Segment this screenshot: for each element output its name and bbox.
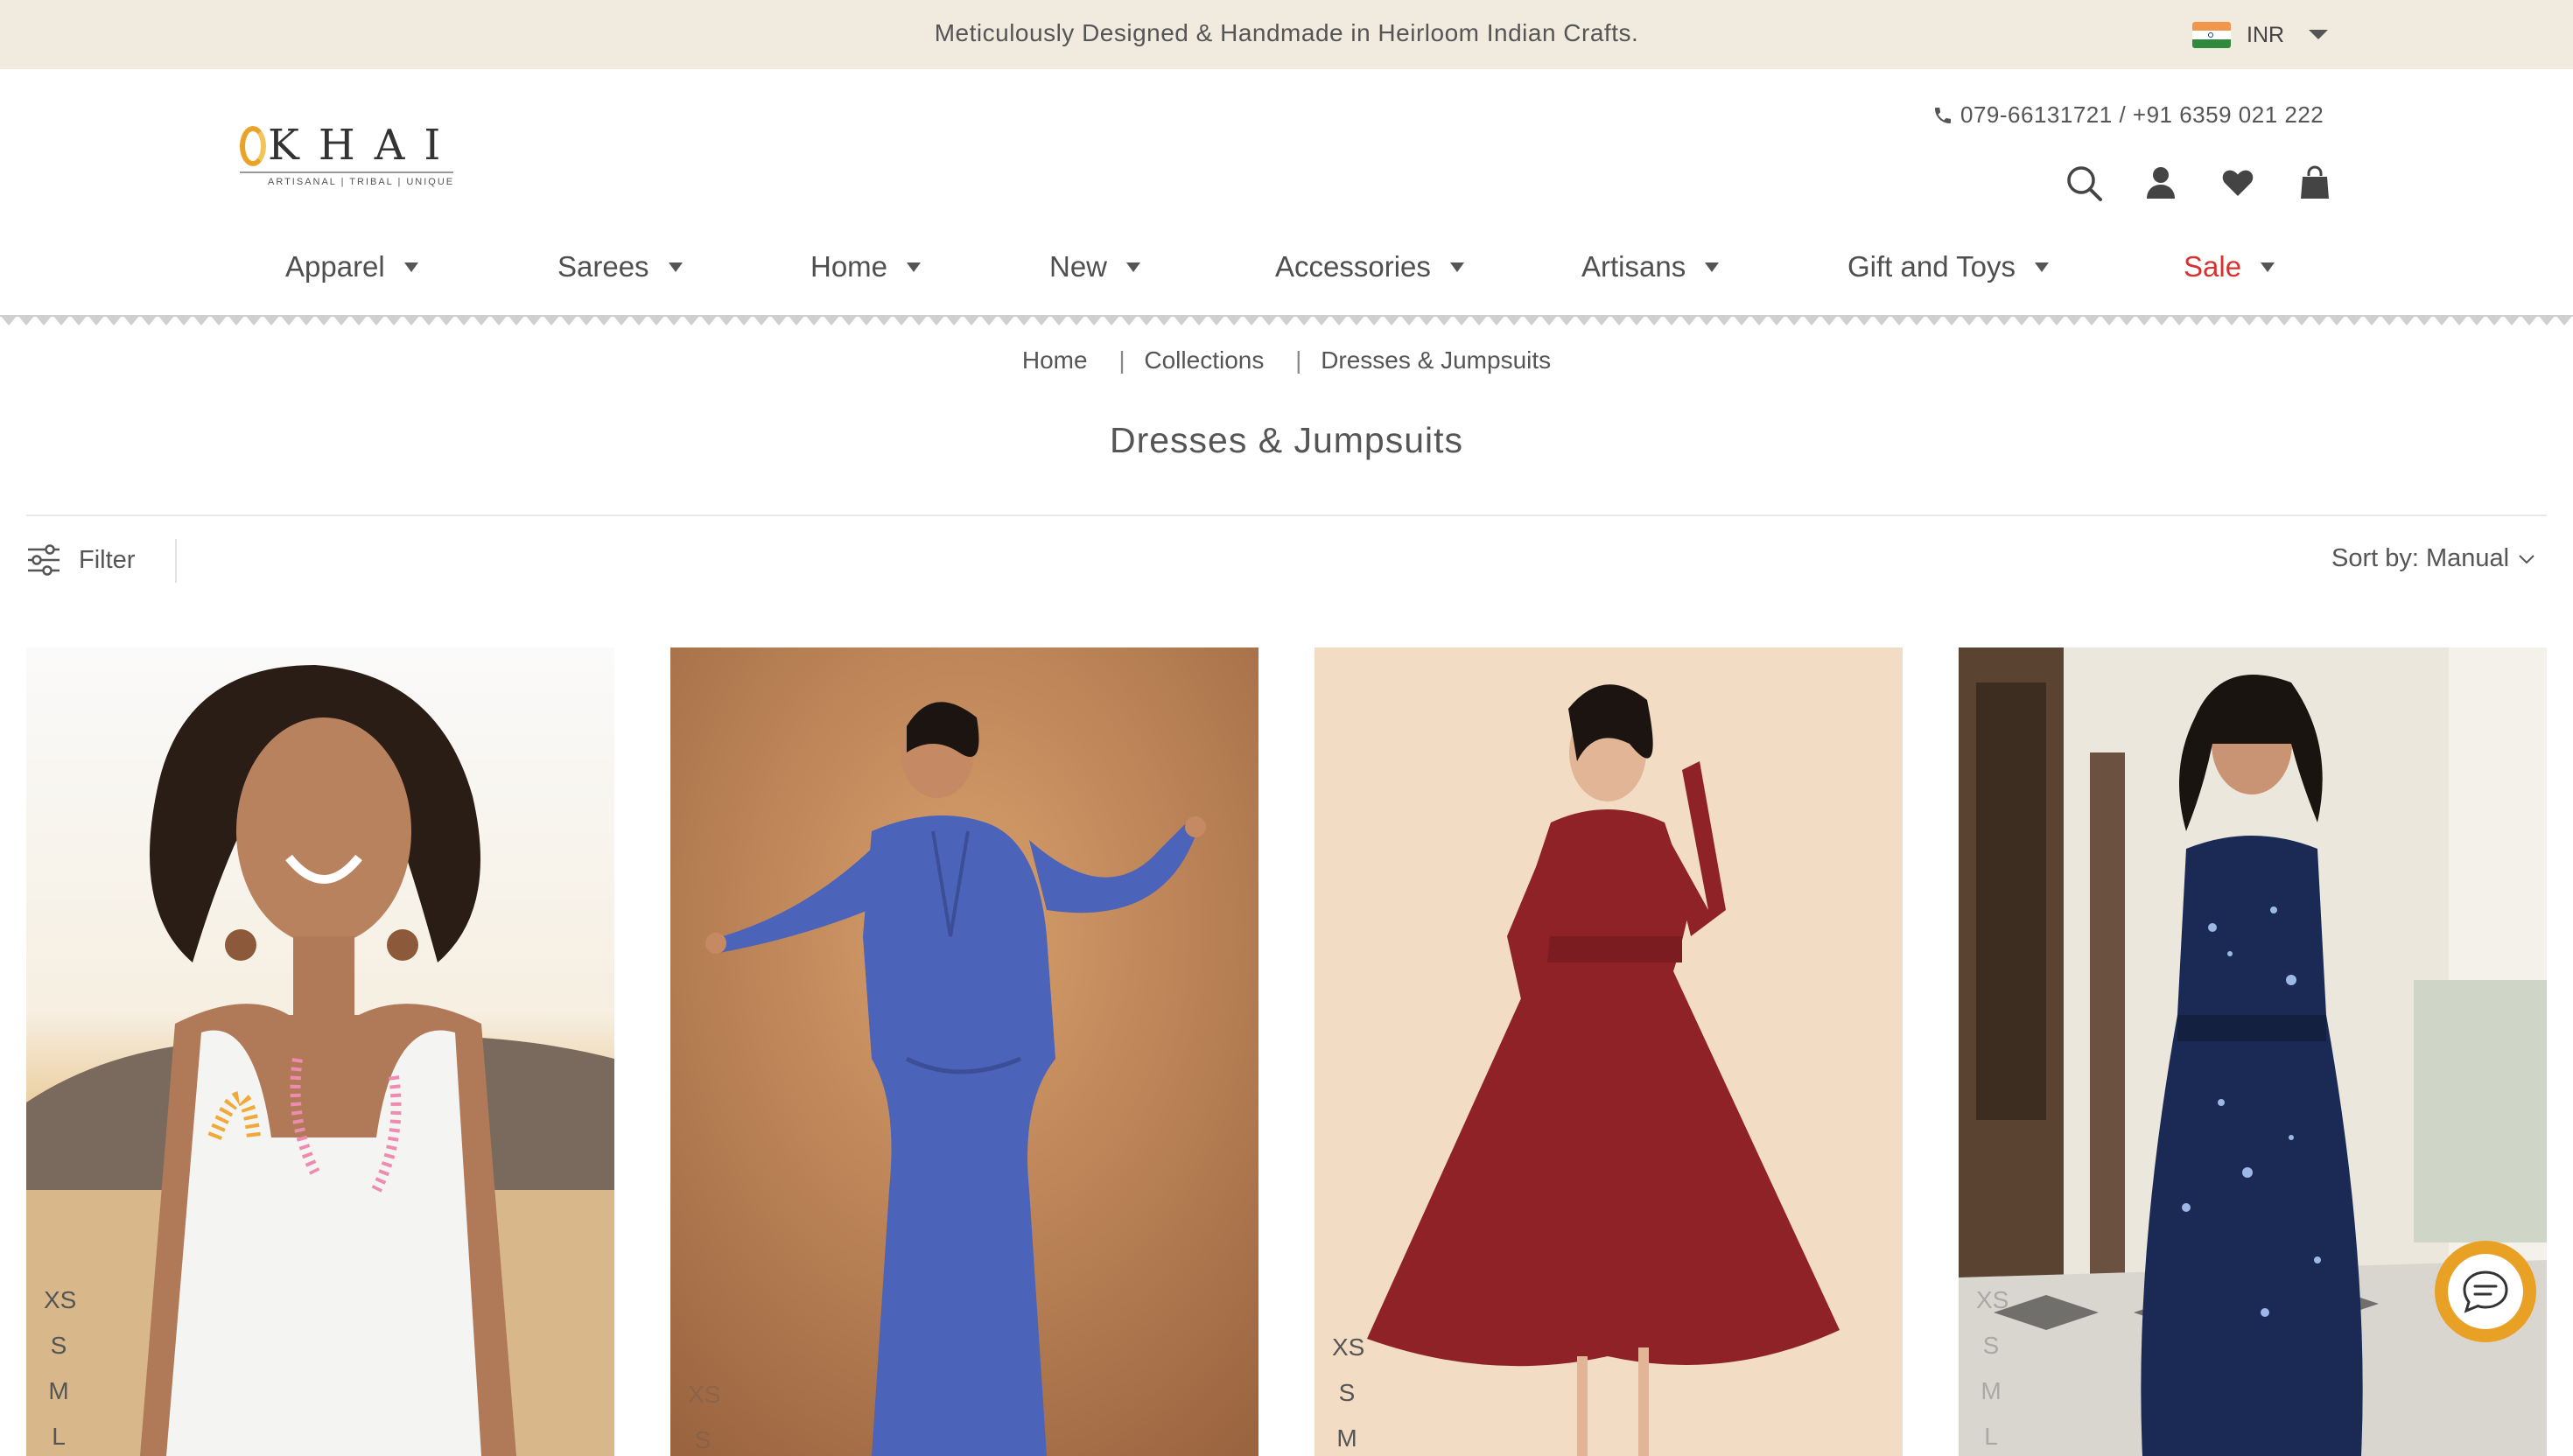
nav-item-label: Sale bbox=[2184, 250, 2242, 283]
caret-down-icon bbox=[1705, 262, 1720, 272]
size-option[interactable]: XS bbox=[1976, 1278, 2009, 1323]
size-option[interactable]: S bbox=[44, 1323, 74, 1368]
nav-item-sale[interactable]: Sale bbox=[2184, 245, 2275, 289]
breadcrumb: Home | Collections | Dresses & Jumpsuits bbox=[0, 346, 2573, 374]
nav-item-apparel[interactable]: Apparel bbox=[285, 245, 418, 289]
nav-item-label: Accessories bbox=[1275, 250, 1431, 283]
chat-bubble-icon bbox=[2448, 1254, 2523, 1329]
product-image[interactable] bbox=[1315, 648, 1903, 1456]
nav-item-gift-and-toys[interactable]: Gift and Toys bbox=[1847, 245, 2049, 289]
caret-down-icon bbox=[668, 262, 683, 272]
currency-label: INR bbox=[2247, 22, 2285, 47]
filter-label: Filter bbox=[79, 545, 136, 574]
caret-down-icon bbox=[907, 262, 922, 272]
caret-down-icon bbox=[403, 262, 418, 272]
announcement-text: Meticulously Designed & Handmade in Heir… bbox=[934, 19, 1639, 46]
search-icon[interactable] bbox=[2064, 163, 2104, 203]
nav-item-accessories[interactable]: Accessories bbox=[1275, 245, 1464, 289]
filter-sliders-icon bbox=[28, 544, 60, 576]
filter-button[interactable]: Filter bbox=[26, 541, 135, 579]
size-option[interactable]: XS bbox=[1332, 1325, 1364, 1370]
breadcrumb-current: Dresses & Jumpsuits bbox=[1321, 346, 1552, 374]
nav-item-artisans[interactable]: Artisans bbox=[1581, 245, 1720, 289]
caret-down-icon bbox=[1449, 262, 1464, 272]
brand-tagline: ARTISANAL | TRIBAL | UNIQUE bbox=[268, 177, 455, 187]
size-option[interactable]: S bbox=[1332, 1370, 1362, 1416]
main-navigation: Apparel Sarees Home New Accessories Arti… bbox=[0, 245, 2573, 289]
caret-down-icon bbox=[2035, 262, 2049, 272]
nav-item-label: Gift and Toys bbox=[1847, 250, 2016, 283]
brand-logo[interactable]: KHAI ARTISANAL | TRIBAL | UNIQUE bbox=[236, 121, 455, 187]
header-actions bbox=[2064, 163, 2335, 203]
product-card[interactable]: XS S bbox=[670, 648, 1258, 1456]
size-option[interactable]: L bbox=[44, 1414, 74, 1456]
size-option[interactable]: XS bbox=[688, 1372, 720, 1418]
brand-name: KHAI bbox=[268, 121, 460, 170]
nav-item-sarees[interactable]: Sarees bbox=[557, 245, 683, 289]
product-card[interactable]: XS S M L bbox=[1315, 648, 1903, 1456]
breadcrumb-home[interactable]: Home bbox=[1022, 346, 1088, 374]
shopping-bag-icon[interactable] bbox=[2295, 163, 2335, 203]
size-list: XS S M L XL bbox=[1976, 1278, 2009, 1456]
toolbar-divider bbox=[175, 539, 177, 583]
nav-item-label: Artisans bbox=[1581, 250, 1686, 283]
size-option[interactable]: M bbox=[1976, 1368, 2006, 1414]
phone-numbers: 079-66131721 / +91 6359 021 222 bbox=[1960, 102, 2324, 128]
product-card[interactable]: XS S M L XL bbox=[26, 648, 614, 1456]
logo-rule bbox=[240, 172, 453, 173]
size-list: XS S bbox=[688, 1372, 720, 1456]
nav-item-label: Sarees bbox=[557, 250, 649, 283]
size-option[interactable]: S bbox=[1976, 1323, 2006, 1368]
product-image[interactable] bbox=[670, 648, 1258, 1456]
size-option[interactable]: M bbox=[1332, 1416, 1362, 1456]
chevron-down-icon bbox=[2519, 554, 2534, 564]
size-option[interactable]: S bbox=[688, 1418, 718, 1456]
size-list: XS S M L XL bbox=[44, 1278, 76, 1456]
product-image[interactable] bbox=[26, 648, 614, 1456]
page-title: Dresses & Jumpsuits bbox=[1109, 420, 1464, 460]
sort-label: Sort by: Manual bbox=[2331, 544, 2510, 572]
chat-widget-button[interactable] bbox=[2435, 1241, 2536, 1342]
breadcrumb-collections[interactable]: Collections bbox=[1144, 346, 1264, 374]
caret-down-icon bbox=[1126, 262, 1141, 272]
announcement-bar: Meticulously Designed & Handmade in Heir… bbox=[0, 0, 2573, 69]
account-icon[interactable] bbox=[2141, 163, 2181, 203]
breadcrumb-separator: | bbox=[1118, 346, 1125, 374]
wishlist-heart-icon[interactable] bbox=[2218, 163, 2258, 203]
nav-item-label: Home bbox=[810, 250, 888, 283]
nav-item-new[interactable]: New bbox=[1049, 245, 1141, 289]
breadcrumb-separator: | bbox=[1295, 346, 1302, 374]
size-option[interactable]: XS bbox=[44, 1278, 76, 1323]
decorative-zigzag-border bbox=[0, 315, 2573, 332]
india-flag-icon bbox=[2192, 22, 2231, 48]
contact-phone[interactable]: 079-66131721 / +91 6359 021 222 bbox=[1932, 102, 2324, 129]
sort-dropdown[interactable]: Sort by: Manual bbox=[2331, 544, 2535, 573]
chevron-down-icon bbox=[2309, 30, 2328, 39]
nav-item-label: Apparel bbox=[285, 250, 385, 283]
logo-mark-icon bbox=[240, 126, 266, 166]
nav-item-home[interactable]: Home bbox=[810, 245, 922, 289]
size-option[interactable]: L bbox=[1976, 1414, 2006, 1456]
phone-icon bbox=[1935, 107, 1951, 123]
size-list: XS S M L bbox=[1332, 1325, 1364, 1456]
nav-item-label: New bbox=[1049, 250, 1108, 283]
caret-down-icon bbox=[2261, 262, 2275, 272]
size-option[interactable]: M bbox=[44, 1368, 74, 1414]
divider bbox=[26, 514, 2547, 516]
currency-selector[interactable]: INR bbox=[2192, 21, 2328, 49]
